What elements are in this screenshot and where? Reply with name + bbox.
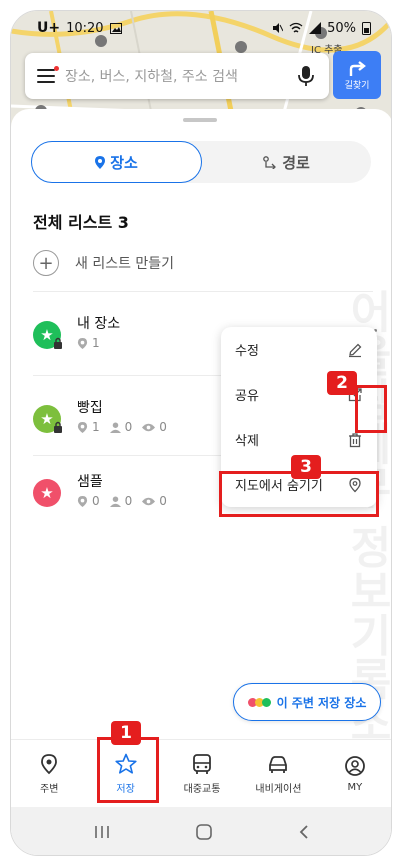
mute-icon [273,23,284,33]
annotation-badge-1: 1 [111,721,141,745]
list-meta: 1 [77,336,100,350]
nav-navigation[interactable]: 내비게이션 [240,740,316,807]
place-count: 0 [92,494,100,508]
tab-routes[interactable]: 경로 [202,141,371,183]
list-meta: 1 0 0 [77,420,167,434]
nav-nearby[interactable]: 주변 [11,740,87,807]
view-count: 0 [159,494,167,508]
microphone-icon[interactable] [295,64,317,88]
menu-icon[interactable] [37,66,59,83]
tab-places[interactable]: 장소 [31,141,202,183]
time-label: 10:20 [66,20,104,36]
list-type-toggle: 장소 경로 [31,141,371,183]
carrier-label: U+ [37,20,61,36]
person-icon [109,495,121,507]
pencil-icon [349,343,362,357]
pin-icon [77,337,88,349]
eye-icon [142,497,156,505]
user-count: 0 [124,420,133,434]
pin-icon [77,421,88,433]
nearby-saved-places-label: 이 주변 저장 장소 [276,695,367,710]
divider [33,291,373,292]
list-header: 전체 리스트 3 [33,213,129,232]
nav-navigation-label: 내비게이션 [255,783,302,795]
system-navigation-bar [11,807,391,855]
wifi-icon [289,22,303,33]
lock-icon [54,421,62,433]
turn-arrow-icon [349,60,366,76]
list-name: 내 장소 [77,316,121,332]
tab-routes-label: 경로 [282,153,310,172]
view-count: 0 [159,420,167,434]
star-badge-icon: ★ [33,479,61,507]
nav-transit-label: 대중교통 [183,783,221,795]
menu-item-edit[interactable]: 수정 [221,327,377,372]
car-icon [269,755,288,773]
sheet-handle[interactable] [183,118,217,122]
eye-icon [142,423,156,431]
bus-icon [193,753,211,774]
list-name: 샘플 [77,474,103,490]
annotation-badge-2: 2 [327,371,357,395]
nearby-saved-places-button[interactable]: 이 주변 저장 장소 [233,683,381,721]
pin-icon [95,155,106,169]
back-icon[interactable] [297,824,311,840]
pin-icon [77,495,88,507]
annotation-badge-3: 3 [291,455,321,479]
status-bar: U+ 10:20 50% [11,11,391,45]
search-input[interactable]: 장소, 버스, 지하철, 주소 검색 [65,66,295,86]
place-count: 1 [92,336,100,350]
nav-my-label: MY [347,781,363,793]
search-bar[interactable]: 장소, 버스, 지하철, 주소 검색 [25,53,329,99]
nav-my[interactable]: MY [317,740,391,807]
new-list-label: 새 리스트 만들기 [75,256,175,272]
battery-label: 50% [327,20,356,36]
nav-transit[interactable]: 대중교통 [164,740,240,807]
directions-label: 길찾기 [344,80,370,91]
gallery-icon [109,22,122,34]
person-icon [109,421,121,433]
lock-icon [54,337,62,349]
list-meta: 0 0 0 [77,494,167,508]
annotation-box-2 [355,385,387,433]
location-icon [41,753,58,774]
menu-item-edit-label: 수정 [235,344,259,359]
home-icon[interactable] [195,823,213,841]
tab-places-label: 장소 [110,153,138,172]
user-count: 0 [124,494,133,508]
route-icon [263,155,277,169]
signal-icon [309,22,322,34]
phone-frame: JC 추출 U+ 10:20 50% 장소, 버스, 지하철, 주소 검색 길찾… [10,10,392,856]
colored-dots-icon [247,697,271,707]
trash-icon [349,432,361,447]
nav-nearby-label: 주변 [40,783,59,795]
list-name: 빵집 [77,400,103,416]
recent-apps-icon[interactable] [93,824,111,840]
directions-button[interactable]: 길찾기 [333,51,381,99]
place-count: 1 [92,420,100,434]
person-icon [344,755,365,776]
bottom-navigation: 주변 저장 대중교통 내비게이션 MY [11,739,391,807]
plus-icon: + [33,250,59,276]
notification-dot [54,66,59,71]
annotation-box-1 [97,737,159,803]
menu-item-delete-label: 삭제 [235,434,259,449]
battery-icon [362,22,371,35]
new-list-button[interactable]: + 새 리스트 만들기 [33,250,174,276]
